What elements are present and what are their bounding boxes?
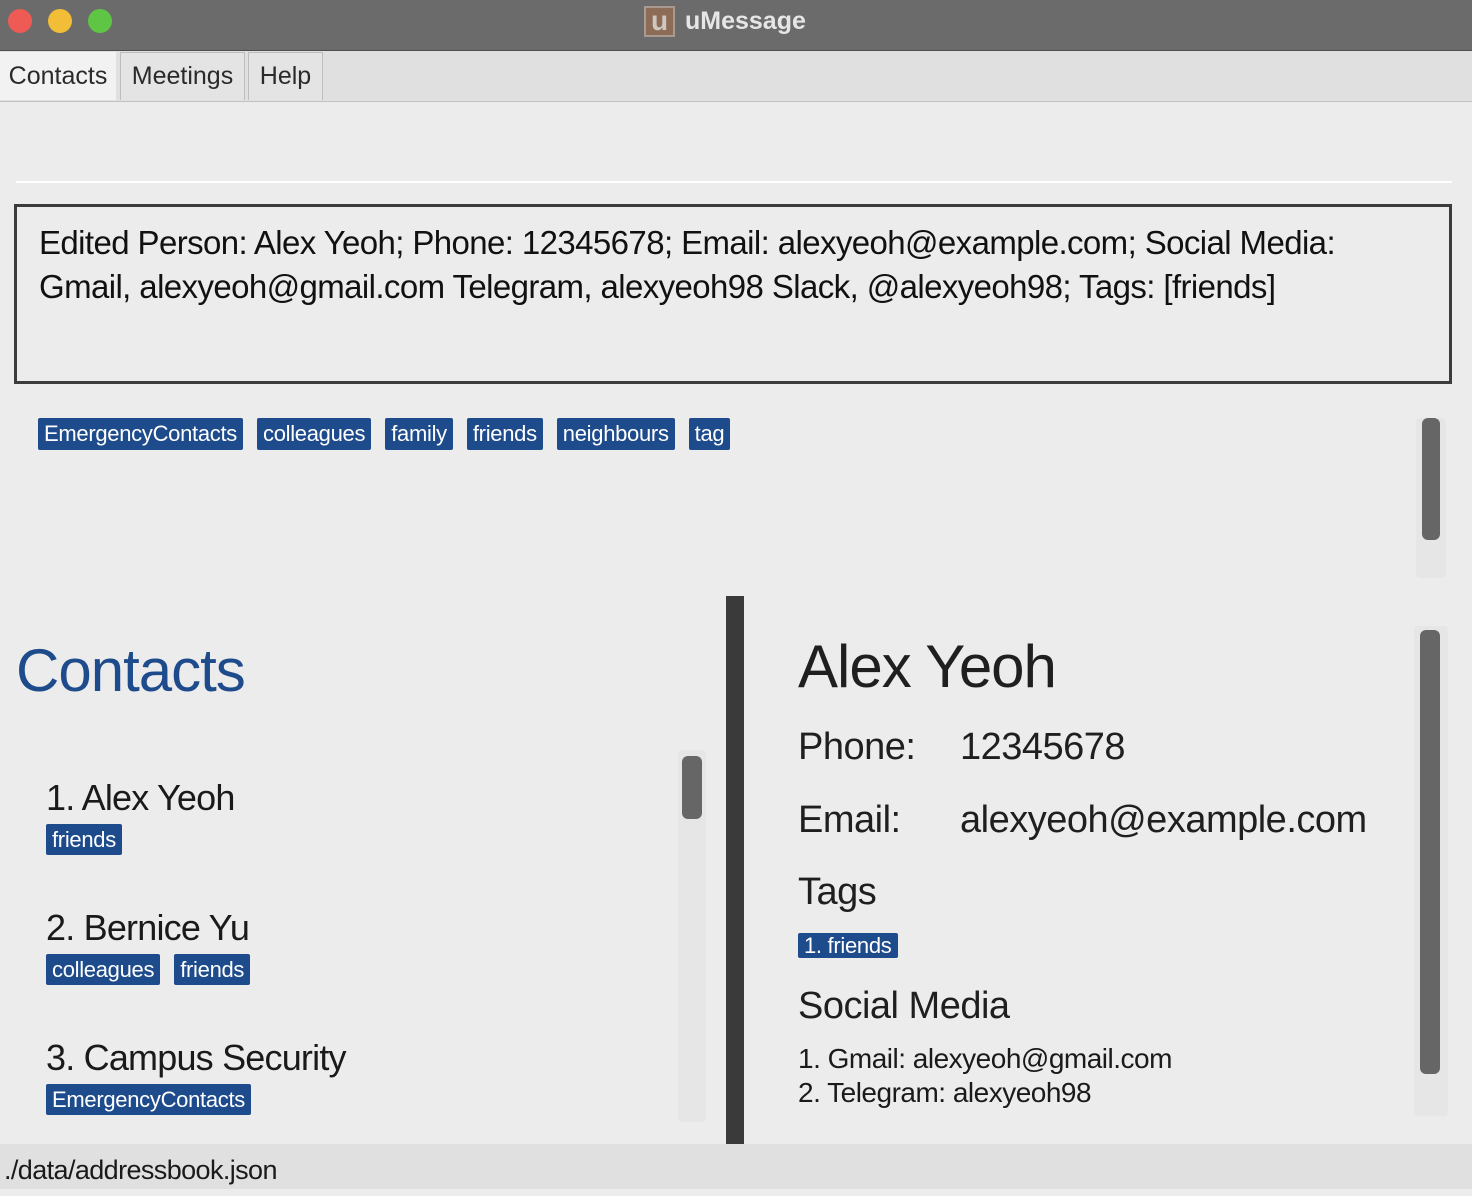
list-item[interactable]: 3. Campus Security EmergencyContacts — [46, 1036, 347, 1115]
contact-details-panel: Alex Yeoh Phone: 12345678 Email: alexyeo… — [744, 596, 1472, 1144]
contact-tags: colleagues friends — [46, 954, 251, 985]
tab-contacts[interactable]: Contacts — [0, 52, 116, 100]
detail-email-label: Email: — [798, 799, 901, 841]
result-display: Edited Person: Alex Yeoh; Phone: 1234567… — [14, 204, 1452, 384]
detail-tags-heading: Tags — [798, 871, 877, 913]
detail-tags: 1. friends — [798, 930, 898, 962]
status-bar-file-path: ./data/addressbook.json — [0, 1144, 1472, 1189]
tab-help[interactable]: Help — [248, 52, 323, 100]
tag-filter-family[interactable]: family — [385, 418, 453, 450]
contact-tag: friends — [174, 954, 251, 985]
detail-phone-label: Phone: — [798, 726, 916, 768]
tag-filter-scrollbar[interactable] — [1416, 418, 1446, 578]
maximize-window-button[interactable] — [88, 9, 112, 33]
detail-phone-value: 12345678 — [960, 726, 1126, 768]
window-title-group: u uMessage — [644, 5, 806, 37]
tag-filter-bar: EmergencyContacts colleagues family frie… — [38, 418, 731, 450]
detail-name: Alex Yeoh — [798, 633, 1057, 700]
contact-name: 3. Campus Security — [46, 1037, 347, 1078]
menu-bar: Contacts Meetings Help — [0, 51, 1472, 102]
window-title: uMessage — [685, 6, 806, 35]
contact-tag: friends — [46, 824, 122, 855]
contact-list: 1. Alex Yeoh friends 2. Bernice Yu colle… — [0, 740, 706, 1125]
social-item: 2. Telegram: alexyeoh98 — [798, 1077, 1092, 1108]
tag-filter-scroll-thumb[interactable] — [1422, 418, 1440, 540]
tag-filter-neighbours[interactable]: neighbours — [556, 418, 675, 450]
title-bar: u uMessage — [0, 0, 1472, 51]
detail-email-value: alexyeoh@example.com — [960, 799, 1367, 841]
contact-name: 2. Bernice Yu — [46, 907, 250, 948]
tag-filter-friends[interactable]: friends — [466, 418, 543, 450]
contact-tags: EmergencyContacts — [46, 1084, 346, 1115]
social-item: 1. Gmail: alexyeoh@gmail.com — [798, 1043, 1172, 1074]
contact-list-scrollbar[interactable] — [678, 750, 706, 1122]
detail-tag: 1. friends — [798, 933, 898, 958]
details-scroll-thumb[interactable] — [1420, 630, 1440, 1074]
minimize-window-button[interactable] — [48, 9, 72, 33]
app-icon: u — [644, 5, 675, 37]
split-pane-divider[interactable] — [726, 596, 744, 1144]
tag-filter-tag[interactable]: tag — [688, 418, 731, 450]
command-input[interactable] — [16, 181, 1452, 183]
detail-social-heading: Social Media — [798, 985, 1010, 1027]
close-window-button[interactable] — [8, 9, 32, 33]
details-scrollbar[interactable] — [1414, 626, 1448, 1116]
list-item[interactable]: 1. Alex Yeoh friends — [46, 776, 235, 855]
contact-tag: EmergencyContacts — [46, 1084, 251, 1115]
contact-tag: colleagues — [46, 954, 161, 985]
contact-name: 1. Alex Yeoh — [46, 777, 235, 818]
tag-filter-colleagues[interactable]: colleagues — [257, 418, 372, 450]
detail-social-list: 1. Gmail: alexyeoh@gmail.com 2. Telegram… — [798, 1042, 1172, 1110]
contact-list-scroll-thumb[interactable] — [682, 756, 702, 819]
tab-meetings[interactable]: Meetings — [120, 52, 245, 100]
contacts-heading: Contacts — [16, 637, 246, 704]
contact-tags: friends — [46, 824, 235, 855]
tag-filter-emergencycontacts[interactable]: EmergencyContacts — [38, 418, 243, 450]
list-item[interactable]: 2. Bernice Yu colleagues friends — [46, 906, 251, 985]
